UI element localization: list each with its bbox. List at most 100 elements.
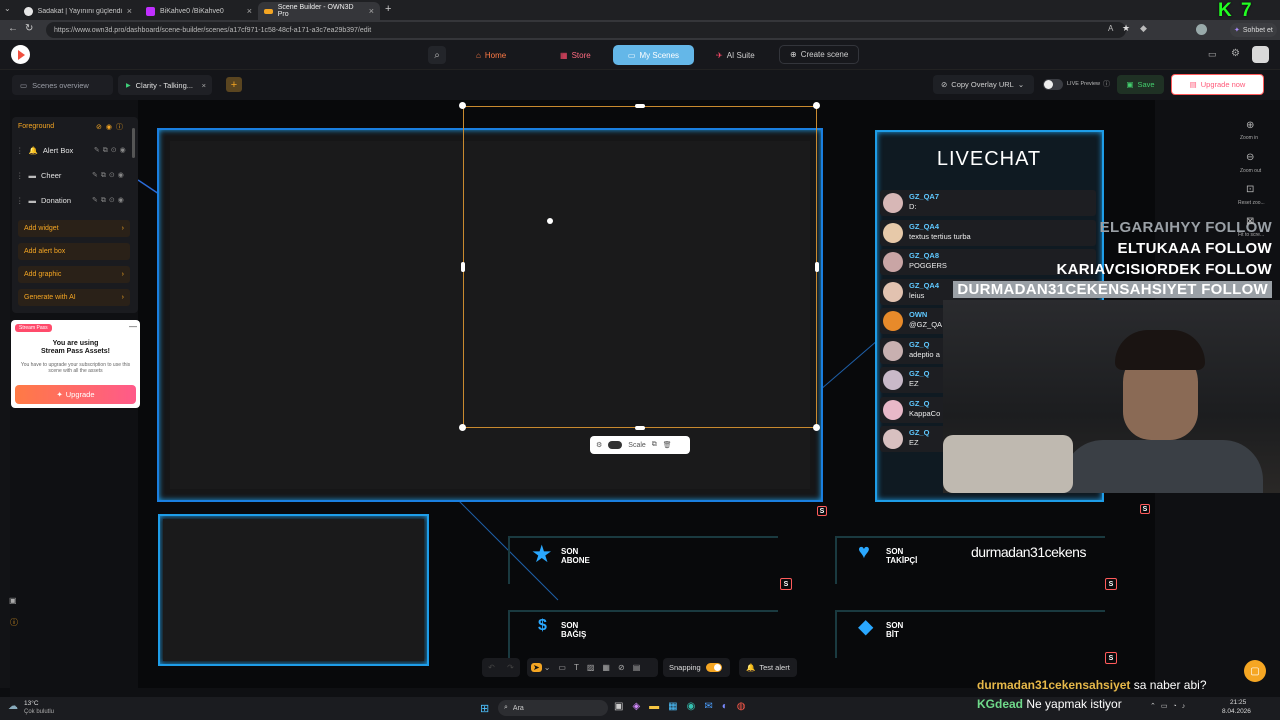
drag-handle-icon[interactable]: ⋮: [16, 146, 24, 155]
weather-desc: Çok bulutlu: [24, 709, 55, 715]
snapping-control[interactable]: Snapping: [663, 658, 730, 677]
weather-icon[interactable]: ☁: [8, 701, 18, 712]
taskbar-search[interactable]: ⌕ Ara: [498, 700, 608, 716]
new-tab-button[interactable]: +: [385, 3, 391, 15]
own3d-logo[interactable]: [11, 45, 30, 64]
resize-handle[interactable]: [815, 262, 819, 272]
nav-home[interactable]: ⌂ Home: [466, 45, 516, 65]
help-icon[interactable]: ⓘ: [10, 617, 18, 628]
chat-button[interactable]: ✦ Sohbet et: [1230, 23, 1277, 37]
resize-handle[interactable]: [813, 424, 820, 431]
reset-zoom-icon[interactable]: ⊡: [1246, 184, 1254, 195]
layer-actions-icons[interactable]: ✎⧉⊙◉: [92, 196, 127, 205]
rectangle-tool[interactable]: ▭: [558, 663, 566, 672]
close-icon[interactable]: ×: [247, 6, 252, 16]
layer-action-button[interactable]: Add alert box: [18, 243, 130, 260]
feedback-icon[interactable]: ▣: [9, 596, 17, 605]
promo-upgrade-button[interactable]: ✦ Upgrade: [15, 385, 136, 404]
fit-screen-icon[interactable]: ⊠: [1246, 216, 1254, 227]
scene-tab-active[interactable]: ▶ Clarity - Talking... ×: [118, 75, 212, 95]
son-bit-widget[interactable]: [835, 610, 1105, 658]
copilot-icon[interactable]: ◈: [632, 701, 640, 712]
nav-ai-suite[interactable]: ✈ AI Suite: [706, 45, 765, 65]
test-alert-button[interactable]: 🔔 Test alert: [739, 658, 797, 677]
zoom-in-icon[interactable]: ⊕: [1246, 120, 1254, 131]
duplicate-icon[interactable]: ⧉: [652, 441, 657, 449]
resize-handle[interactable]: [461, 262, 465, 272]
settings-icon[interactable]: ⚙: [596, 441, 602, 449]
monitor-icon[interactable]: ▭: [1208, 49, 1217, 60]
zoom-out-icon[interactable]: ⊖: [1246, 152, 1254, 163]
add-scene-tab-button[interactable]: +: [226, 77, 242, 92]
discord-icon[interactable]: ◐: [722, 701, 728, 712]
layer-actions-icons[interactable]: ✎⧉⊙◉: [92, 171, 127, 180]
resize-handle[interactable]: [459, 424, 466, 431]
address-bar[interactable]: https://www.own3d.pro/dashboard/scene-bu…: [46, 22, 1126, 38]
resize-handle[interactable]: [635, 104, 645, 108]
settings-icon[interactable]: ⚙: [1231, 48, 1240, 59]
create-scene-button[interactable]: ⊕ Create scene: [779, 45, 860, 64]
chrome-icon[interactable]: ◍: [737, 701, 746, 712]
user-avatar[interactable]: [1252, 46, 1269, 63]
layer-action-button[interactable]: Generate with AI ›: [18, 289, 130, 306]
redo-icon[interactable]: ↷: [507, 663, 514, 672]
copy-overlay-url-dropdown[interactable]: ⊘ Copy Overlay URL ⌄: [933, 75, 1034, 94]
mail-icon[interactable]: ✉: [704, 701, 712, 712]
image-tool[interactable]: ▨: [587, 663, 595, 672]
drag-handle-icon[interactable]: ⋮: [16, 171, 24, 180]
close-icon[interactable]: ×: [202, 81, 206, 90]
search-icon[interactable]: ⌕: [428, 46, 446, 64]
bookmark-star-icon[interactable]: ★: [1122, 23, 1130, 34]
widget-tool[interactable]: ▤: [633, 663, 641, 672]
browser-tab-active[interactable]: Scene Builder - OWN3D Pro ×: [258, 2, 380, 20]
panel-resize-handle[interactable]: [132, 128, 135, 158]
extension-icon[interactable]: ◆: [1140, 23, 1147, 34]
taskview-icon[interactable]: ▣: [614, 701, 623, 712]
resize-handle[interactable]: [635, 426, 645, 430]
browser-tab[interactable]: BiKahve0 /BiKahve0 ×: [140, 2, 258, 20]
close-icon[interactable]: ×: [369, 6, 374, 16]
scene-tab-label: Clarity - Talking...: [135, 80, 194, 90]
tab-list-icon[interactable]: ⌄: [4, 4, 11, 13]
reload-icon[interactable]: ↻: [25, 23, 33, 34]
layer-action-button[interactable]: Add widget ›: [18, 220, 130, 237]
live-preview-toggle[interactable]: [1043, 79, 1063, 90]
translate-icon[interactable]: A: [1108, 24, 1113, 33]
drag-handle-icon[interactable]: ⋮: [16, 196, 24, 205]
back-icon[interactable]: ←: [8, 23, 18, 34]
chevron-down-icon[interactable]: ⌄: [544, 663, 551, 672]
scale-toggle[interactable]: [608, 441, 623, 449]
save-button[interactable]: ▣ Save: [1117, 75, 1164, 94]
upgrade-now-button[interactable]: ▤ Upgrade now: [1171, 74, 1264, 95]
link-tool[interactable]: ⊘: [618, 663, 625, 672]
layer-item[interactable]: ⋮ ▬ Donation ✎⧉⊙◉: [16, 191, 132, 209]
text-tool[interactable]: T: [574, 663, 579, 672]
grid-tool[interactable]: ▦: [602, 663, 610, 672]
toggle-knob: [1044, 80, 1053, 89]
layer-item[interactable]: ⋮ ▬ Cheer ✎⧉⊙◉: [16, 166, 132, 184]
delete-icon[interactable]: 🗑: [663, 441, 672, 449]
scenes-overview-tab[interactable]: ▭ Scenes overview: [12, 75, 113, 95]
selection-box[interactable]: [463, 106, 817, 428]
layer-item[interactable]: ⋮ 🔔 Alert Box ✎⧉⊙◉: [16, 141, 132, 159]
resize-handle[interactable]: [813, 102, 820, 109]
start-icon[interactable]: ⊞: [480, 702, 489, 715]
layer-action-button[interactable]: Add graphic ›: [18, 266, 130, 283]
resize-handle[interactable]: [459, 102, 466, 109]
info-icon[interactable]: ⓘ: [1103, 79, 1110, 89]
file-explorer-icon[interactable]: ▬: [649, 701, 659, 712]
snapping-toggle[interactable]: [705, 663, 722, 672]
profile-avatar[interactable]: [1196, 24, 1207, 35]
collapse-icon[interactable]: —: [129, 322, 137, 331]
store-icon[interactable]: ▦: [668, 701, 677, 712]
son-bagis-widget[interactable]: [508, 610, 778, 658]
browser-tab[interactable]: Sadakat | Yayınını güçlendirmek iç ×: [18, 2, 138, 20]
pointer-tool[interactable]: ➤: [531, 663, 542, 672]
close-icon[interactable]: ×: [127, 6, 132, 16]
nav-my-scenes[interactable]: ▭ My Scenes: [613, 45, 694, 65]
edge-icon[interactable]: ◉: [687, 701, 696, 712]
undo-icon[interactable]: ↶: [488, 663, 495, 672]
nav-store[interactable]: ▦ Store: [550, 45, 601, 65]
layer-actions-icons[interactable]: ✎⧉⊙◉: [94, 146, 129, 155]
support-chat-button[interactable]: ▢: [1244, 660, 1266, 682]
